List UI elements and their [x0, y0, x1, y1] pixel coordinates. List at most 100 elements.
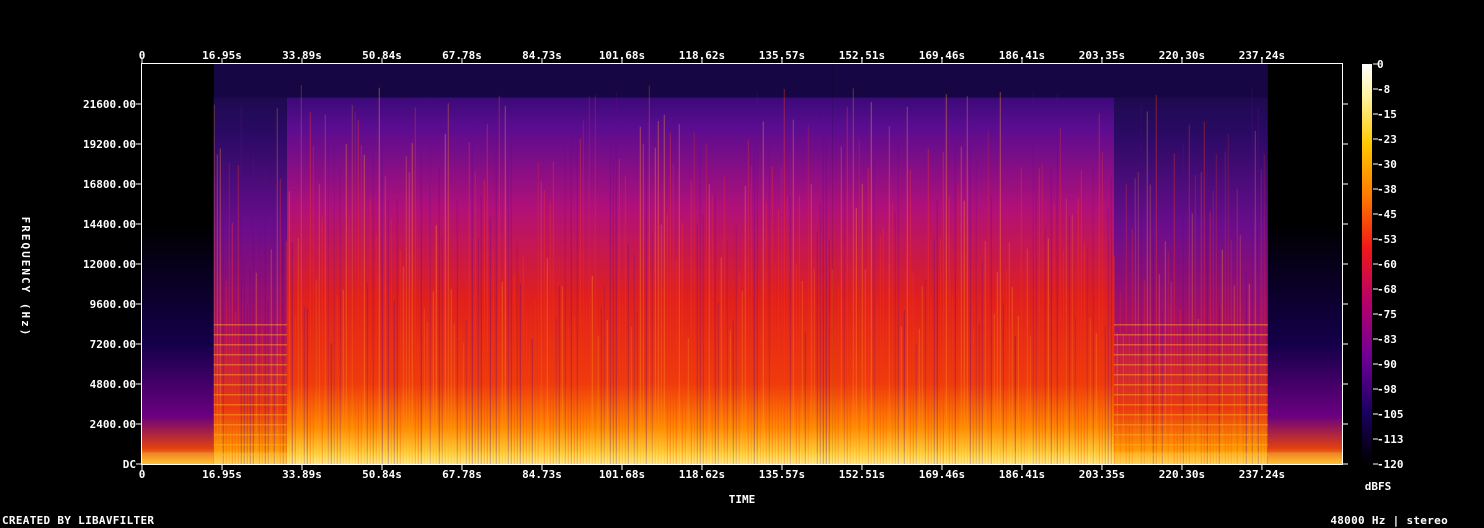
heatmap-streak — [510, 117, 512, 464]
y-tick-label: 14400.00 — [83, 218, 136, 231]
heatmap-streak — [588, 95, 590, 464]
heatmap-streak — [405, 156, 407, 464]
heatmap-streak — [1248, 283, 1250, 464]
heatmap-streak — [621, 299, 623, 464]
heatmap-streak — [609, 133, 611, 464]
heatmap-streak — [825, 127, 827, 464]
heatmap-streak — [522, 256, 524, 464]
heatmap-streak — [966, 96, 968, 464]
heatmap-streak — [222, 166, 224, 464]
heatmap-streak — [573, 316, 575, 464]
heatmap-streak — [795, 263, 797, 464]
heatmap-streak — [300, 84, 302, 464]
heatmap-streak — [240, 106, 242, 464]
heatmap-streak — [219, 148, 221, 464]
heatmap-streak — [654, 147, 656, 464]
colorbar-tick-label: -45 — [1377, 208, 1397, 221]
heatmap-streak — [333, 104, 335, 464]
heatmap-streak — [798, 195, 800, 464]
colorbar-tick-label: -90 — [1377, 358, 1397, 371]
heatmap-streak — [1191, 213, 1193, 464]
heatmap-streak — [330, 343, 332, 464]
heatmap-streak — [702, 214, 704, 464]
harmonic-band — [213, 334, 287, 336]
heatmap-streak — [309, 112, 311, 464]
heatmap-streak — [912, 272, 914, 464]
heatmap-streak — [1230, 239, 1232, 464]
heatmap-streak — [603, 285, 605, 464]
footer-credit: CREATED BY LIBAVFILTER — [2, 514, 155, 527]
heatmap-streak — [855, 207, 857, 464]
heatmap-streak — [1092, 168, 1094, 464]
heatmap-streak — [876, 302, 878, 464]
heatmap-streak — [396, 198, 398, 464]
x-tick-label-bottom: 169.46s — [919, 468, 965, 481]
heatmap-streak — [294, 315, 296, 464]
heatmap-streak — [387, 199, 389, 464]
heatmap-streak — [1197, 318, 1199, 464]
heatmap-top-band — [213, 64, 287, 98]
heatmap-streak — [1137, 171, 1139, 464]
y-tick-label: 12000.00 — [83, 258, 136, 271]
heatmap-streak — [804, 331, 806, 464]
heatmap-streak — [960, 146, 962, 464]
harmonic-band — [1113, 324, 1268, 326]
heatmap-streak — [252, 154, 254, 464]
heatmap-streak — [747, 139, 749, 464]
colorbar-tick-label: -68 — [1377, 283, 1397, 296]
heatmap-streak — [627, 243, 629, 464]
heatmap-streak — [243, 256, 245, 464]
heatmap-streak — [639, 126, 641, 464]
heatmap-segment — [1267, 64, 1342, 464]
colorbar-tick-label: -113 — [1377, 433, 1404, 446]
y-tick-label: 2400.00 — [90, 418, 136, 431]
heatmap-streak — [831, 269, 833, 464]
heatmap-streak — [366, 282, 368, 464]
heatmap-streak — [225, 281, 227, 464]
y-tick-label: 4800.00 — [90, 378, 136, 391]
x-axis-top: 0 16.95s 33.89s 50.84s 67.78s 84.73s 101.68s 11… — [139, 49, 1285, 63]
heatmap-streak — [318, 183, 320, 464]
heatmap-streak — [978, 323, 980, 464]
heatmap-streak — [483, 179, 485, 464]
heatmap-streak — [1263, 154, 1265, 464]
heatmap-streak — [465, 320, 467, 464]
heatmap-streak — [1089, 318, 1091, 464]
heatmap-streak — [429, 98, 431, 464]
heatmap-streak — [492, 250, 494, 464]
heatmap-streak — [636, 311, 638, 464]
heatmap-streak — [378, 87, 380, 464]
heatmap-streak — [393, 300, 395, 464]
heatmap-streak — [411, 143, 413, 464]
harmonic-band — [213, 364, 287, 366]
heatmap-streak — [339, 167, 341, 464]
heatmap-streak — [315, 279, 317, 464]
heatmap-streak — [348, 214, 350, 464]
heatmap-streak — [291, 242, 293, 464]
heatmap-streak — [600, 307, 602, 464]
x-tick-label-top: 16.95s — [202, 49, 242, 62]
heatmap-streak — [888, 126, 890, 464]
heatmap-streak — [372, 152, 374, 464]
harmonic-band — [1113, 334, 1268, 336]
heatmap-streak — [681, 222, 683, 464]
heatmap-streak — [306, 308, 308, 464]
harmonic-band — [1113, 434, 1268, 436]
heatmap-streak — [1071, 214, 1073, 464]
heatmap-streak — [501, 282, 503, 464]
heatmap-streak — [981, 262, 983, 464]
x-tick-label-top: 186.41s — [999, 49, 1045, 62]
heatmap-streak — [618, 159, 620, 464]
heatmap-streak — [720, 257, 722, 464]
heatmap-streak — [1260, 169, 1262, 464]
heatmap-streak — [684, 332, 686, 464]
heatmap-streak — [1053, 204, 1055, 464]
heatmap-streak — [762, 121, 764, 464]
footer-audio-info: 48000 Hz | stereo — [1330, 514, 1448, 527]
heatmap-streak — [462, 342, 464, 464]
heatmap-streak — [1155, 94, 1157, 464]
x-tick-label-top: 0 — [139, 49, 146, 62]
heatmap-streak — [843, 147, 845, 464]
heatmap-streak — [1221, 249, 1223, 464]
colorbar-tick-label: -120 — [1377, 458, 1404, 471]
